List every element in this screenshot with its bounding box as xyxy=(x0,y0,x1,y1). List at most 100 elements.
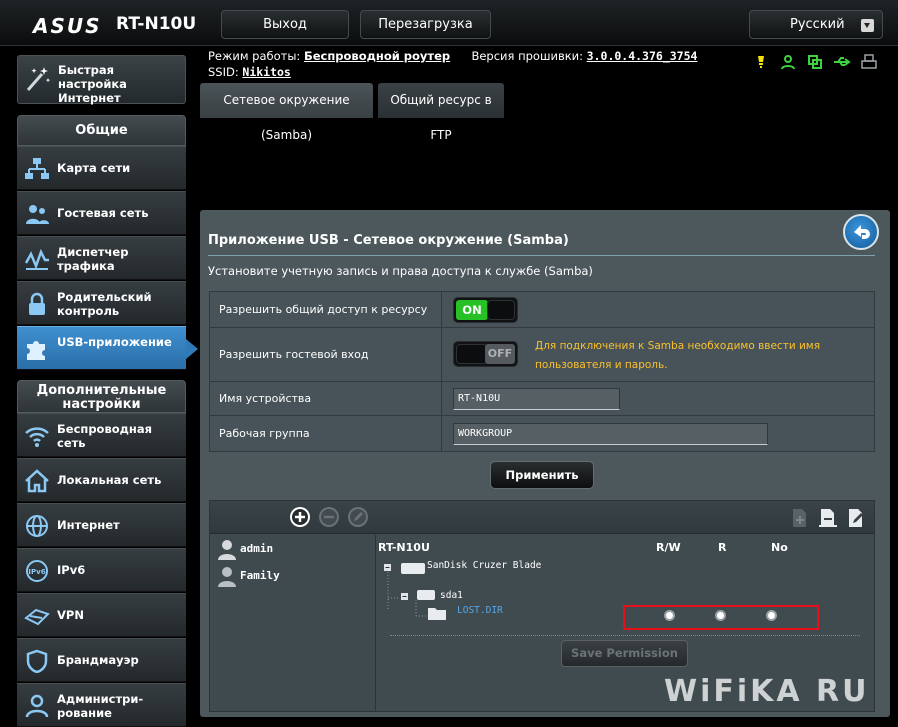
advanced-section-title: Дополнительные настройки xyxy=(17,380,186,413)
share-toolbar xyxy=(210,501,874,534)
remove-user-icon[interactable] xyxy=(318,506,340,528)
ssid-value[interactable]: Nikitos xyxy=(242,65,290,79)
sidebar-item-label: Администри-рование xyxy=(57,692,144,720)
sidebar-item-wireless[interactable]: Беспроводная сеть xyxy=(17,413,186,457)
edit-folder-icon[interactable] xyxy=(846,507,866,529)
sidebar-item-label: Диспетчер трафика xyxy=(57,245,129,273)
toggle-knob xyxy=(487,300,515,320)
sidebar-item-label: Карта сети xyxy=(57,161,131,175)
watermark-text: WiFiKA RU xyxy=(664,674,870,709)
user-item-family[interactable]: Family xyxy=(216,564,280,588)
back-button[interactable] xyxy=(843,214,879,250)
sidebar-item-network-map[interactable]: Карта сети xyxy=(17,146,186,190)
home-icon xyxy=(25,469,49,493)
general-section-title: Общие xyxy=(17,115,186,146)
toggle-on-label: ON xyxy=(456,300,488,320)
router-admin-page: ASUS RT-N10U Выход Перезагрузка Русский … xyxy=(0,0,898,727)
quick-setup-label: Быстрая настройка Интернет xyxy=(58,63,127,105)
user-item-admin[interactable]: admin xyxy=(216,537,273,561)
sidebar-item-label: Интернет xyxy=(57,518,120,532)
sidebar-item-guest-network[interactable]: Гостевая сеть xyxy=(17,191,186,235)
sidebar-item-parental-control[interactable]: Родительский контроль xyxy=(17,281,186,325)
logout-button[interactable]: Выход xyxy=(221,10,349,39)
chevron-down-icon xyxy=(861,19,874,32)
guest-network-icon xyxy=(26,205,49,224)
admin-icon xyxy=(25,694,49,718)
folder-node[interactable]: LOST.DIR xyxy=(457,605,503,616)
sidebar-item-usb-app[interactable]: USB-приложение xyxy=(17,326,198,370)
vpn-icon xyxy=(24,608,50,626)
workgroup-row: Рабочая группа WORKGROUP xyxy=(209,415,875,452)
device-name-input[interactable]: RT-N10U xyxy=(453,388,620,410)
partition-node[interactable]: sda1 xyxy=(440,590,463,601)
copy-icon[interactable] xyxy=(806,53,824,71)
lightbulb-icon[interactable] xyxy=(752,53,770,71)
svg-text:IPv6: IPv6 xyxy=(28,568,45,576)
title-divider xyxy=(208,255,875,256)
model-name: RT-N10U xyxy=(116,14,197,34)
sidebar-item-administration[interactable]: Администри-рование xyxy=(17,683,186,727)
tab-ftp[interactable]: Общий ресурс в FTP xyxy=(378,83,504,142)
workgroup-label: Рабочая группа xyxy=(210,416,442,451)
puzzle-icon xyxy=(27,341,45,360)
magic-wand-icon xyxy=(26,67,51,91)
sidebar-item-lan[interactable]: Локальная сеть xyxy=(17,458,186,502)
user-icon[interactable] xyxy=(779,53,797,71)
delete-folder-icon[interactable] xyxy=(818,507,838,529)
sidebar-item-label: Беспроводная сеть xyxy=(57,422,153,450)
disk-node[interactable]: SanDisk Cruzer Blade xyxy=(427,560,541,571)
folder-icon xyxy=(428,608,446,620)
toggle-knob xyxy=(456,344,488,364)
quick-setup-button[interactable]: Быстрая настройка Интернет xyxy=(17,55,186,105)
page-description: Установите учетную запись и права доступ… xyxy=(208,264,593,278)
sidebar-item-label: Брандмауэр xyxy=(57,653,139,667)
sidebar-item-internet[interactable]: Интернет xyxy=(17,503,186,547)
column-r: R xyxy=(718,541,727,554)
sidebar-item-traffic-manager[interactable]: Диспетчер трафика xyxy=(17,236,186,280)
apply-button[interactable]: Применить xyxy=(490,461,594,489)
partition-icon xyxy=(417,590,435,600)
enable-share-label: Разрешить общий доступ к ресурсу xyxy=(210,292,442,327)
sidebar-item-label: Локальная сеть xyxy=(57,473,162,487)
sidebar-item-vpn[interactable]: VPN xyxy=(17,593,186,637)
reboot-button[interactable]: Перезагрузка xyxy=(360,10,491,39)
tab-samba[interactable]: Сетевое окружение (Samba) xyxy=(200,83,373,142)
workgroup-input[interactable]: WORKGROUP xyxy=(453,423,768,445)
enable-share-toggle[interactable]: ON xyxy=(453,297,518,323)
user-icon xyxy=(218,567,236,587)
printer-icon[interactable] xyxy=(860,53,878,71)
sidebar-item-label: IPv6 xyxy=(57,563,86,577)
mode-label: Режим работы: xyxy=(208,49,301,63)
radio-no[interactable] xyxy=(766,610,777,621)
user-name: admin xyxy=(240,542,274,555)
toggle-off-label: OFF xyxy=(485,344,515,364)
wifi-icon xyxy=(25,427,49,447)
sidebar-item-ipv6[interactable]: IPv6 IPv6 xyxy=(17,548,186,592)
sidebar-item-label: Гостевая сеть xyxy=(57,206,149,220)
add-user-icon[interactable] xyxy=(289,506,311,528)
firewall-icon xyxy=(26,649,48,673)
firmware-label: Версия прошивки: xyxy=(471,49,584,63)
ssid-label: SSID: xyxy=(208,65,239,79)
radio-r[interactable] xyxy=(715,610,726,621)
firmware-value[interactable]: 3.0.0.4.376_3754 xyxy=(587,49,698,63)
page-title: Приложение USB - Сетевое окружение (Samb… xyxy=(208,233,569,248)
add-folder-icon[interactable] xyxy=(790,507,810,529)
language-select[interactable]: Русский xyxy=(749,10,883,39)
mode-value[interactable]: Беспроводной роутер xyxy=(304,49,450,63)
usb-icon[interactable] xyxy=(833,53,851,71)
network-map-icon xyxy=(25,158,49,179)
top-bar: ASUS RT-N10U Выход Перезагрузка Русский xyxy=(0,0,898,46)
column-rw: R/W xyxy=(656,541,681,554)
usb-drive-icon xyxy=(401,563,425,574)
guest-login-toggle[interactable]: OFF xyxy=(453,341,518,367)
ipv6-icon: IPv6 xyxy=(26,560,48,582)
user-name: Family xyxy=(240,569,280,582)
asus-logo: ASUS xyxy=(33,14,102,38)
guest-login-note: Для подключения к Samba необходимо ввест… xyxy=(535,340,821,371)
sidebar-item-label: Родительский контроль xyxy=(57,290,152,318)
sidebar-item-firewall[interactable]: Брандмауэр xyxy=(17,638,186,682)
radio-rw[interactable] xyxy=(664,610,675,621)
save-permission-button[interactable]: Save Permission xyxy=(561,640,688,667)
edit-user-icon[interactable] xyxy=(347,506,369,528)
